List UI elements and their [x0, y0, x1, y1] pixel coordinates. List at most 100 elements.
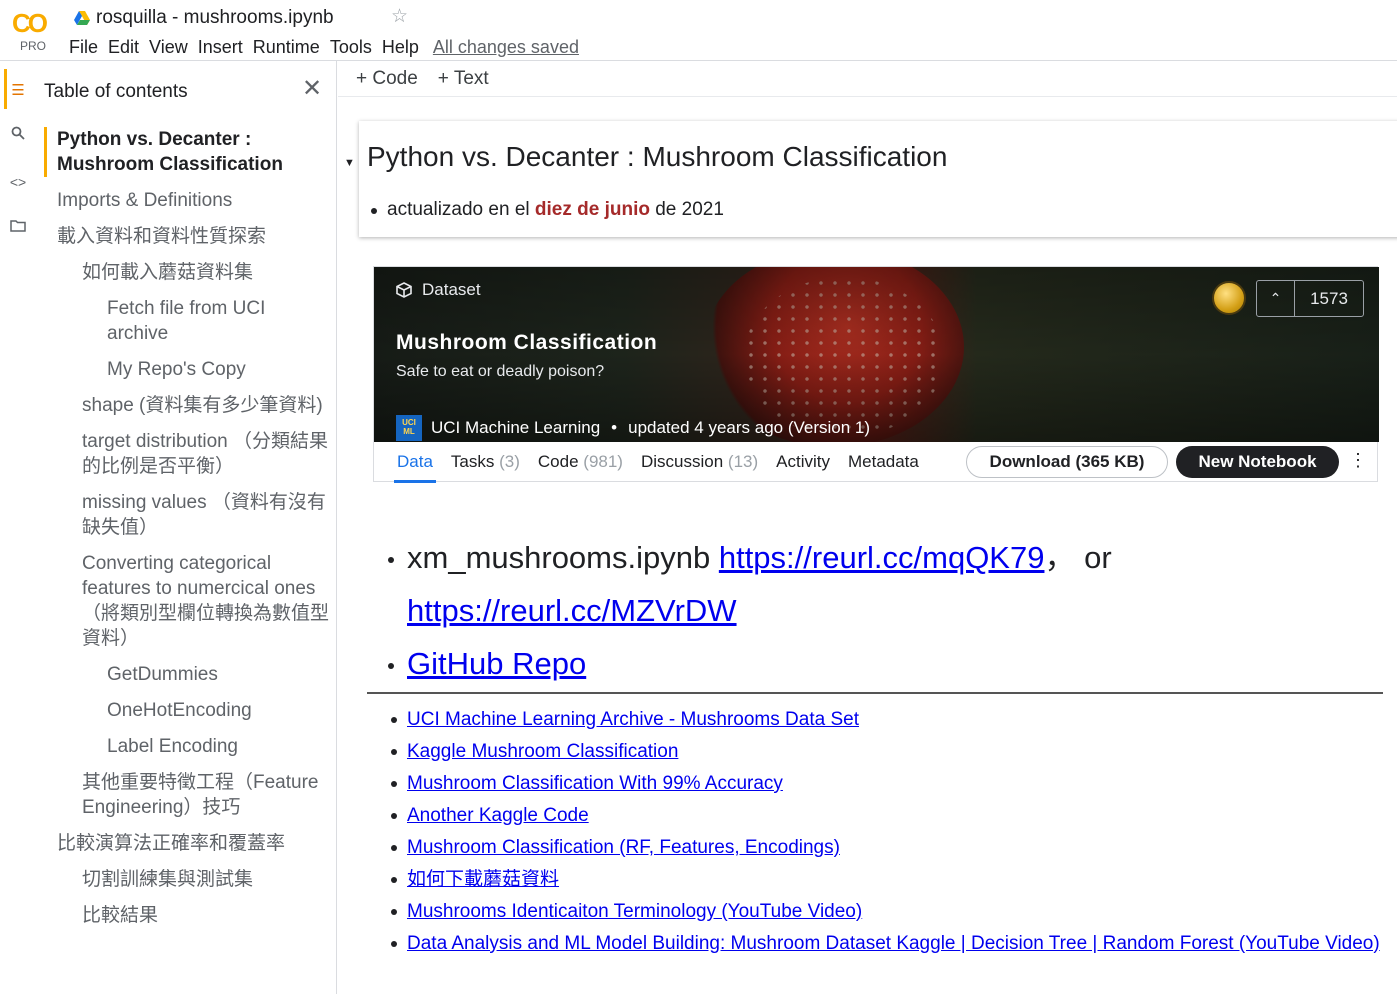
tab-count: (13): [727, 452, 759, 471]
cell-bullet: actualizado en el diez de junio de 2021: [371, 199, 724, 221]
toc-item[interactable]: 切割訓練集與測試集: [44, 867, 334, 892]
dataset-subtitle: Safe to eat or deadly poison?: [396, 363, 605, 380]
list-item: GitHub Repo: [388, 637, 1388, 690]
github-repo-link[interactable]: GitHub Repo: [407, 646, 586, 681]
tab-code[interactable]: Code (981): [538, 442, 623, 483]
toc-item[interactable]: 比較結果: [44, 903, 334, 928]
upvote-button[interactable]: ⌃: [1257, 281, 1295, 316]
list-item: Data Analysis and ML Model Building: Mus…: [388, 928, 1397, 960]
top-bar: CO PRO rosquilla - mushrooms.ipynb ☆ Fil…: [0, 0, 1397, 61]
toc-item[interactable]: Label Encoding: [44, 734, 334, 759]
dataset-meta: UCI ML UCI Machine Learning • updated 4 …: [396, 415, 870, 441]
download-button[interactable]: Download (365 KB): [966, 446, 1168, 478]
menu-bar: File Edit View Insert Runtime Tools Help…: [69, 37, 589, 58]
reference-link[interactable]: Another Kaggle Code: [407, 805, 589, 826]
add-code-button[interactable]: + Code: [356, 68, 418, 90]
dataset-cube-icon: [396, 282, 412, 298]
toc-item[interactable]: Imports & Definitions: [44, 188, 334, 213]
reference-link[interactable]: Data Analysis and ML Model Building: Mus…: [407, 933, 1380, 954]
tab-data[interactable]: Data: [394, 442, 436, 483]
cell-heading: Python vs. Decanter : Mushroom Classific…: [367, 141, 948, 172]
toc-item[interactable]: Fetch file from UCI archive: [44, 296, 334, 346]
colab-logo[interactable]: CO PRO: [12, 6, 54, 53]
tab-label: Tasks: [450, 452, 495, 471]
collapse-section-icon[interactable]: ▼: [344, 157, 355, 169]
menu-insert[interactable]: Insert: [198, 37, 243, 58]
menu-runtime[interactable]: Runtime: [253, 37, 320, 58]
menu-edit[interactable]: Edit: [108, 37, 139, 58]
list-item: Mushrooms Identicaiton Terminology (YouT…: [388, 896, 1397, 928]
close-icon[interactable]: ✕: [302, 74, 322, 103]
list-item: Mushroom Classification With 99% Accurac…: [388, 768, 1397, 800]
reference-link[interactable]: Kaggle Mushroom Classification: [407, 741, 678, 762]
mushroom-banner-image: Dataset Mushroom Classification Safe to …: [374, 267, 1379, 442]
list-item: Kaggle Mushroom Classification: [388, 736, 1397, 768]
gold-medal-icon: [1212, 281, 1246, 315]
rail-active-indicator: [4, 69, 7, 109]
menu-help[interactable]: Help: [382, 37, 419, 58]
tab-activity[interactable]: Activity: [776, 442, 830, 483]
toc-item[interactable]: target distribution （分類結果的比例是否平衡）: [44, 429, 334, 479]
bullet-text: actualizado en el: [387, 199, 535, 220]
star-icon[interactable]: ☆: [391, 5, 408, 28]
notebook-main: + Code + Text ▼ Python vs. Decanter : Mu…: [338, 61, 1397, 994]
tab-discussion[interactable]: Discussion (13): [641, 442, 758, 483]
dataset-owner[interactable]: UCI Machine Learning: [431, 418, 600, 438]
reference-link[interactable]: Mushrooms Identicaiton Terminology (YouT…: [407, 901, 862, 922]
reference-link[interactable]: UCI Machine Learning Archive - Mushrooms…: [407, 709, 859, 730]
more-options-icon[interactable]: ⋮: [1349, 450, 1367, 471]
list-item: xm_mushrooms.ipynb https://reurl.cc/mqQK…: [388, 531, 1388, 637]
toc-item[interactable]: missing values （資料有沒有缺失值）: [44, 490, 334, 540]
link-separator: ， or: [1044, 540, 1112, 575]
toc-header: Table of contents: [44, 81, 188, 102]
toc-item[interactable]: 其他重要特徵工程（Feature Engineering）技巧: [44, 770, 334, 820]
reference-link[interactable]: 如何下載蘑菇資料: [407, 869, 559, 890]
toc-item[interactable]: shape (資料集有多少筆資料): [44, 393, 334, 418]
tab-label: Code: [537, 452, 579, 471]
notebook-title[interactable]: rosquilla - mushrooms.ipynb: [96, 7, 334, 29]
reference-link[interactable]: Mushroom Classification (RF, Features, E…: [407, 837, 840, 858]
menu-file[interactable]: File: [69, 37, 98, 58]
toc-item[interactable]: 載入資料和資料性質探索: [44, 224, 334, 249]
toc-item[interactable]: GetDummies: [44, 662, 334, 687]
list-item: Mushroom Classification (RF, Features, E…: [388, 832, 1397, 864]
toc-item[interactable]: Python vs. Decanter : Mushroom Classific…: [44, 127, 334, 177]
toc-item[interactable]: 如何載入蘑菇資料集: [44, 260, 334, 285]
vote-count: 1573: [1310, 289, 1348, 308]
dataset-title: Mushroom Classification: [396, 331, 658, 354]
list-item: UCI Machine Learning Archive - Mushrooms…: [388, 704, 1397, 736]
add-text-button[interactable]: + Text: [438, 68, 489, 90]
pro-badge: PRO: [20, 39, 47, 53]
toc-icon[interactable]: ☰: [8, 81, 28, 101]
short-link-2[interactable]: https://reurl.cc/MZVrDW: [407, 593, 737, 628]
tab-label: Metadata: [847, 452, 919, 471]
toc-item[interactable]: Converting categorical features to numer…: [44, 551, 334, 651]
divider: [338, 96, 1397, 97]
tab-tasks[interactable]: Tasks (3): [451, 442, 520, 483]
reference-link[interactable]: Mushroom Classification With 99% Accurac…: [407, 773, 783, 794]
menu-tools[interactable]: Tools: [330, 37, 372, 58]
toc-item[interactable]: My Repo's Copy: [44, 357, 334, 382]
short-link-1[interactable]: https://reurl.cc/mqQK79: [719, 540, 1045, 575]
menu-view[interactable]: View: [149, 37, 188, 58]
sidebar: ☰ <> Table of contents ✕ Python vs. Deca…: [0, 61, 337, 994]
code-snippets-icon[interactable]: <>: [8, 172, 28, 192]
dataset-label-text: Dataset: [422, 280, 481, 299]
folder-icon[interactable]: [8, 218, 28, 238]
toc-item[interactable]: OneHotEncoding: [44, 698, 334, 723]
bullet-text: de 2021: [649, 199, 724, 220]
save-status[interactable]: All changes saved: [433, 37, 579, 58]
tab-metadata[interactable]: Metadata: [848, 442, 919, 483]
new-notebook-button[interactable]: New Notebook: [1176, 446, 1339, 478]
add-cell-bar: + Code + Text: [356, 68, 509, 90]
logo-text: CO: [12, 8, 48, 38]
list-item: 如何下載蘑菇資料: [388, 864, 1397, 896]
notebook-title-area[interactable]: rosquilla - mushrooms.ipynb: [74, 6, 334, 30]
kaggle-dataset-banner: Dataset Mushroom Classification Safe to …: [373, 266, 1379, 483]
text-cell[interactable]: Python vs. Decanter : Mushroom Classific…: [359, 121, 1397, 237]
list-item: Another Kaggle Code: [388, 800, 1397, 832]
search-icon[interactable]: [8, 126, 28, 146]
dataset-label: Dataset: [396, 280, 481, 300]
tab-count: (3): [499, 452, 520, 471]
toc-item[interactable]: 比較演算法正確率和覆蓋率: [44, 831, 334, 856]
